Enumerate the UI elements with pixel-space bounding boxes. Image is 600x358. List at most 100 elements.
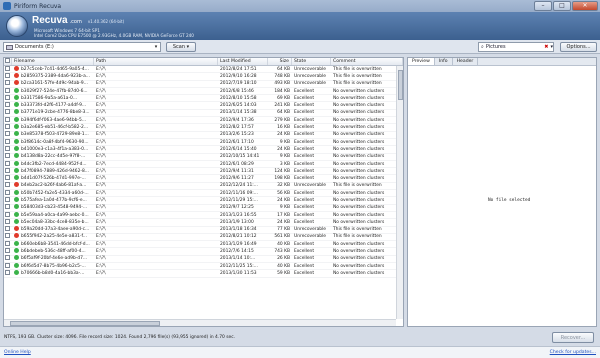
chevron-down-icon[interactable]: ▾ xyxy=(152,43,160,51)
row-checkbox[interactable] xyxy=(4,269,12,277)
vertical-scrollbar[interactable] xyxy=(396,66,403,319)
column-comment[interactable]: Comment xyxy=(331,58,403,65)
row-checkbox[interactable] xyxy=(4,124,12,131)
row-checkbox[interactable] xyxy=(4,182,12,189)
app-header: Recuva .com v1.40.362 (64-bit) Microsoft… xyxy=(0,12,600,40)
state-cell: Unrecoverable xyxy=(294,183,327,189)
row-checkbox[interactable] xyxy=(4,204,12,211)
row-checkbox[interactable] xyxy=(4,255,12,262)
row-checkbox[interactable] xyxy=(4,116,12,124)
row-checkbox[interactable] xyxy=(4,153,12,160)
window-title: Piriform Recuva xyxy=(14,2,62,10)
column-state[interactable]: State xyxy=(292,58,331,65)
state-cell: Excellent xyxy=(294,161,315,167)
online-help-link[interactable]: Online Help xyxy=(4,350,31,355)
row-checkbox[interactable] xyxy=(4,109,12,116)
size-cell: 40 KB xyxy=(277,263,290,269)
comment-cell: No overwritten clusters xyxy=(333,117,385,123)
status-dot-icon xyxy=(14,197,19,202)
comment-cell: No overwritten clusters xyxy=(333,219,385,225)
modified-cell: 2012/6/25 14:03 xyxy=(220,103,257,109)
column-path[interactable]: Path xyxy=(94,58,218,65)
modified-cell: 2012/6/1 17:10 xyxy=(220,139,254,145)
row-checkbox[interactable] xyxy=(4,138,12,146)
path-cell: E:\?\ xyxy=(96,270,106,276)
row-checkbox[interactable] xyxy=(4,240,12,248)
status-dot-icon xyxy=(14,160,19,166)
modified-cell: 2012/6/1 08:29 xyxy=(220,161,254,167)
brand-domain: .com xyxy=(69,19,82,25)
filename-cell: b3a2e685-eb51-46cf-b582-2... xyxy=(12,124,94,131)
drive-select[interactable]: Documents (E:) ▾ xyxy=(3,42,161,52)
filename-text: b33373fd-d2f6-4177-a4df-9... xyxy=(21,103,87,109)
row-checkbox[interactable] xyxy=(4,145,12,153)
row-checkbox[interactable] xyxy=(4,72,12,80)
status-dot-icon xyxy=(14,94,19,100)
column-filename[interactable]: Filename xyxy=(12,58,94,65)
filename-text: b5ec04a8-33bc-4ce8-835e-b... xyxy=(21,219,89,225)
row-checkbox[interactable] xyxy=(4,167,12,175)
chevron-down-icon[interactable]: ▾ xyxy=(550,44,553,50)
tab-info[interactable]: Info xyxy=(435,58,453,65)
row-checkbox[interactable] xyxy=(4,262,12,270)
state-cell: Excellent xyxy=(294,176,315,182)
filename-cell: b6bdebeb-536c-48ff-af00-4... xyxy=(12,248,94,255)
filename-cell: b6f6d5d7-8b75-4b96-b2c5-... xyxy=(12,262,94,270)
row-checkbox[interactable] xyxy=(4,233,12,240)
size-cell: 279 KB xyxy=(274,117,290,123)
filter-input[interactable]: ⌕ Pictures ✖ ▾ xyxy=(478,42,554,52)
tab-header[interactable]: Header xyxy=(453,58,479,65)
comment-cell: No overwritten clusters xyxy=(333,249,385,255)
state-cell: Excellent xyxy=(294,168,315,174)
column-size[interactable]: Size xyxy=(268,58,292,65)
check-updates-link[interactable]: Check for updates... xyxy=(550,350,596,355)
select-all-checkbox[interactable] xyxy=(4,58,12,65)
state-cell: Unrecoverable xyxy=(294,81,327,87)
state-cell: Excellent xyxy=(294,263,315,269)
filename-cell: b59a20dd-37a3-4aee-a90d-c... xyxy=(12,226,94,233)
column-last-modified[interactable]: Last Modified xyxy=(218,58,268,65)
path-cell: E:\?\ xyxy=(96,205,106,211)
modified-cell: 2013/1/9 13:00 xyxy=(220,219,254,225)
status-dot-icon xyxy=(14,124,19,130)
row-checkbox[interactable] xyxy=(4,87,12,95)
row-checkbox[interactable] xyxy=(4,189,12,197)
row-checkbox[interactable] xyxy=(4,197,12,204)
close-button[interactable]: ✕ xyxy=(572,1,598,11)
filename-text: b3f8614c-0a8f-4bf4-9630-90... xyxy=(21,139,89,145)
row-checkbox[interactable] xyxy=(4,131,12,138)
horizontal-scrollbar[interactable] xyxy=(4,319,396,326)
recover-button[interactable]: Recover... xyxy=(552,332,594,343)
row-checkbox[interactable] xyxy=(4,218,12,226)
status-dot-icon xyxy=(14,109,19,115)
path-cell: E:\?\ xyxy=(96,125,106,131)
size-cell: 198 KB xyxy=(274,176,290,182)
table-row[interactable]: b70666b-b8d0-4a16-bb3a-... E:\?\ 2013/1/30… xyxy=(4,269,403,278)
row-checkbox[interactable] xyxy=(4,211,12,219)
state-cell: Excellent xyxy=(294,270,315,276)
status-dot-icon xyxy=(14,218,19,224)
size-cell: 3 KB xyxy=(279,161,290,167)
minimize-button[interactable]: – xyxy=(534,1,552,11)
status-dot-icon xyxy=(14,65,19,71)
row-checkbox[interactable] xyxy=(4,226,12,233)
row-checkbox[interactable] xyxy=(4,248,12,255)
size-cell: 24 KB xyxy=(277,146,290,152)
options-button[interactable]: Options... xyxy=(560,42,597,52)
comment-cell: No overwritten clusters xyxy=(333,190,385,196)
status-dot-icon xyxy=(14,116,19,122)
maximize-button[interactable]: □ xyxy=(553,1,571,11)
modified-cell: 2013/1/30 11:53 xyxy=(220,270,257,276)
row-checkbox[interactable] xyxy=(4,80,12,87)
row-checkbox[interactable] xyxy=(4,65,12,73)
scan-button[interactable]: Scan ▾ xyxy=(166,42,196,52)
comment-cell: No overwritten clusters xyxy=(333,168,385,174)
path-cell: E:\?\ xyxy=(96,249,106,255)
path-cell: E:\?\ xyxy=(96,88,106,94)
row-checkbox[interactable] xyxy=(4,160,12,168)
clear-filter-icon[interactable]: ✖ xyxy=(544,44,548,50)
row-checkbox[interactable] xyxy=(4,94,12,102)
tab-preview[interactable]: Preview xyxy=(408,58,435,65)
row-checkbox[interactable] xyxy=(4,175,12,182)
row-checkbox[interactable] xyxy=(4,102,12,109)
